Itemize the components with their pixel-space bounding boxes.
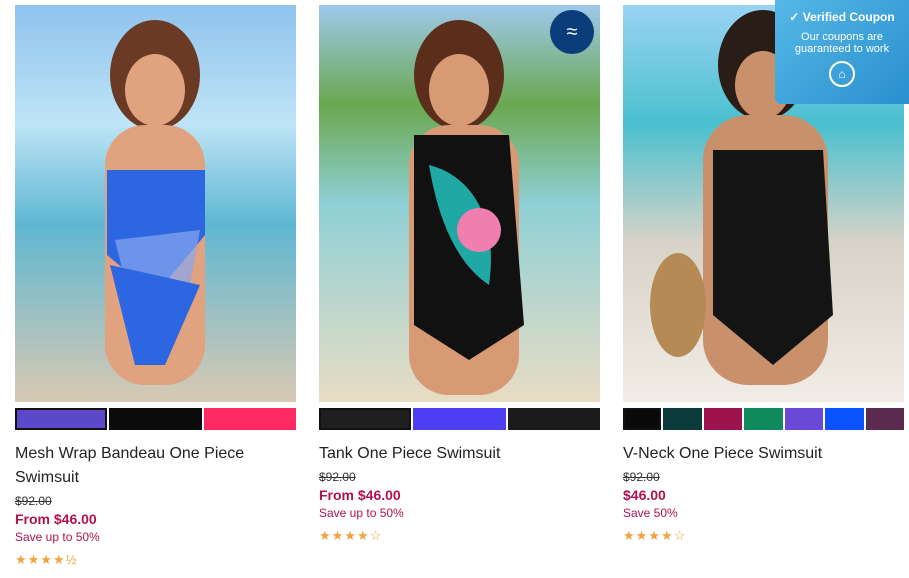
color-swatch[interactable] bbox=[825, 408, 864, 430]
color-swatches bbox=[623, 408, 904, 430]
color-swatches bbox=[15, 408, 296, 430]
coupon-title: Verified Coupon bbox=[802, 10, 895, 24]
color-swatch[interactable] bbox=[109, 408, 202, 430]
color-swatch[interactable] bbox=[507, 408, 600, 430]
rating-stars: ★★★★☆ bbox=[623, 528, 687, 543]
rating-stars: ★★★★☆ bbox=[319, 528, 383, 543]
color-swatches bbox=[319, 408, 600, 430]
coupon-body: Our coupons are guaranteed to work bbox=[775, 31, 909, 55]
rating-stars: ★★★★½ bbox=[15, 552, 78, 567]
coupon-title-row: ✓ Verified Coupon bbox=[775, 10, 909, 24]
model-illustration bbox=[409, 20, 524, 395]
brand-logo-icon: ≈ bbox=[550, 10, 594, 54]
model-illustration bbox=[105, 20, 205, 385]
color-swatch[interactable] bbox=[744, 408, 783, 430]
product-card-tank[interactable]: ≈ Tank One Piece Swimsuit $92.00 From $4… bbox=[319, 0, 600, 544]
color-swatch[interactable] bbox=[703, 408, 743, 430]
sale-price: $46.00 bbox=[623, 487, 666, 503]
color-swatch[interactable] bbox=[623, 408, 662, 430]
color-swatch[interactable] bbox=[413, 408, 506, 430]
color-swatch[interactable] bbox=[319, 408, 412, 430]
product-title[interactable]: Tank One Piece Swimsuit bbox=[319, 442, 600, 466]
verified-coupon-badge[interactable]: ✓ Verified Coupon Our coupons are guaran… bbox=[775, 0, 909, 104]
check-circle-icon: ✓ bbox=[789, 10, 800, 24]
product-photo-mesh-wrap[interactable] bbox=[15, 5, 296, 402]
original-price: $92.00 bbox=[319, 470, 356, 484]
product-photo-tank[interactable]: ≈ bbox=[319, 5, 600, 402]
coupon-line1: Our coupons are bbox=[801, 31, 883, 43]
coupon-line2: guaranteed to work bbox=[794, 43, 890, 55]
color-swatch[interactable] bbox=[15, 408, 108, 430]
color-swatch[interactable] bbox=[663, 408, 702, 430]
color-swatch[interactable] bbox=[784, 408, 824, 430]
savings-text: Save up to 50% bbox=[319, 506, 404, 520]
sale-price: From $46.00 bbox=[15, 511, 97, 527]
product-card-mesh-wrap[interactable]: Mesh Wrap Bandeau One Piece Swimsuit $92… bbox=[15, 0, 296, 568]
product-title[interactable]: Mesh Wrap Bandeau One Piece Swimsuit bbox=[15, 442, 296, 490]
original-price: $92.00 bbox=[623, 470, 660, 484]
color-swatch[interactable] bbox=[203, 408, 296, 430]
original-price: $92.00 bbox=[15, 494, 52, 508]
savings-text: Save 50% bbox=[623, 506, 678, 520]
sale-price: From $46.00 bbox=[319, 487, 401, 503]
color-swatch[interactable] bbox=[865, 408, 904, 430]
home-icon[interactable]: ⌂ bbox=[829, 61, 855, 87]
savings-text: Save up to 50% bbox=[15, 530, 100, 544]
product-title[interactable]: V-Neck One Piece Swimsuit bbox=[623, 442, 904, 466]
